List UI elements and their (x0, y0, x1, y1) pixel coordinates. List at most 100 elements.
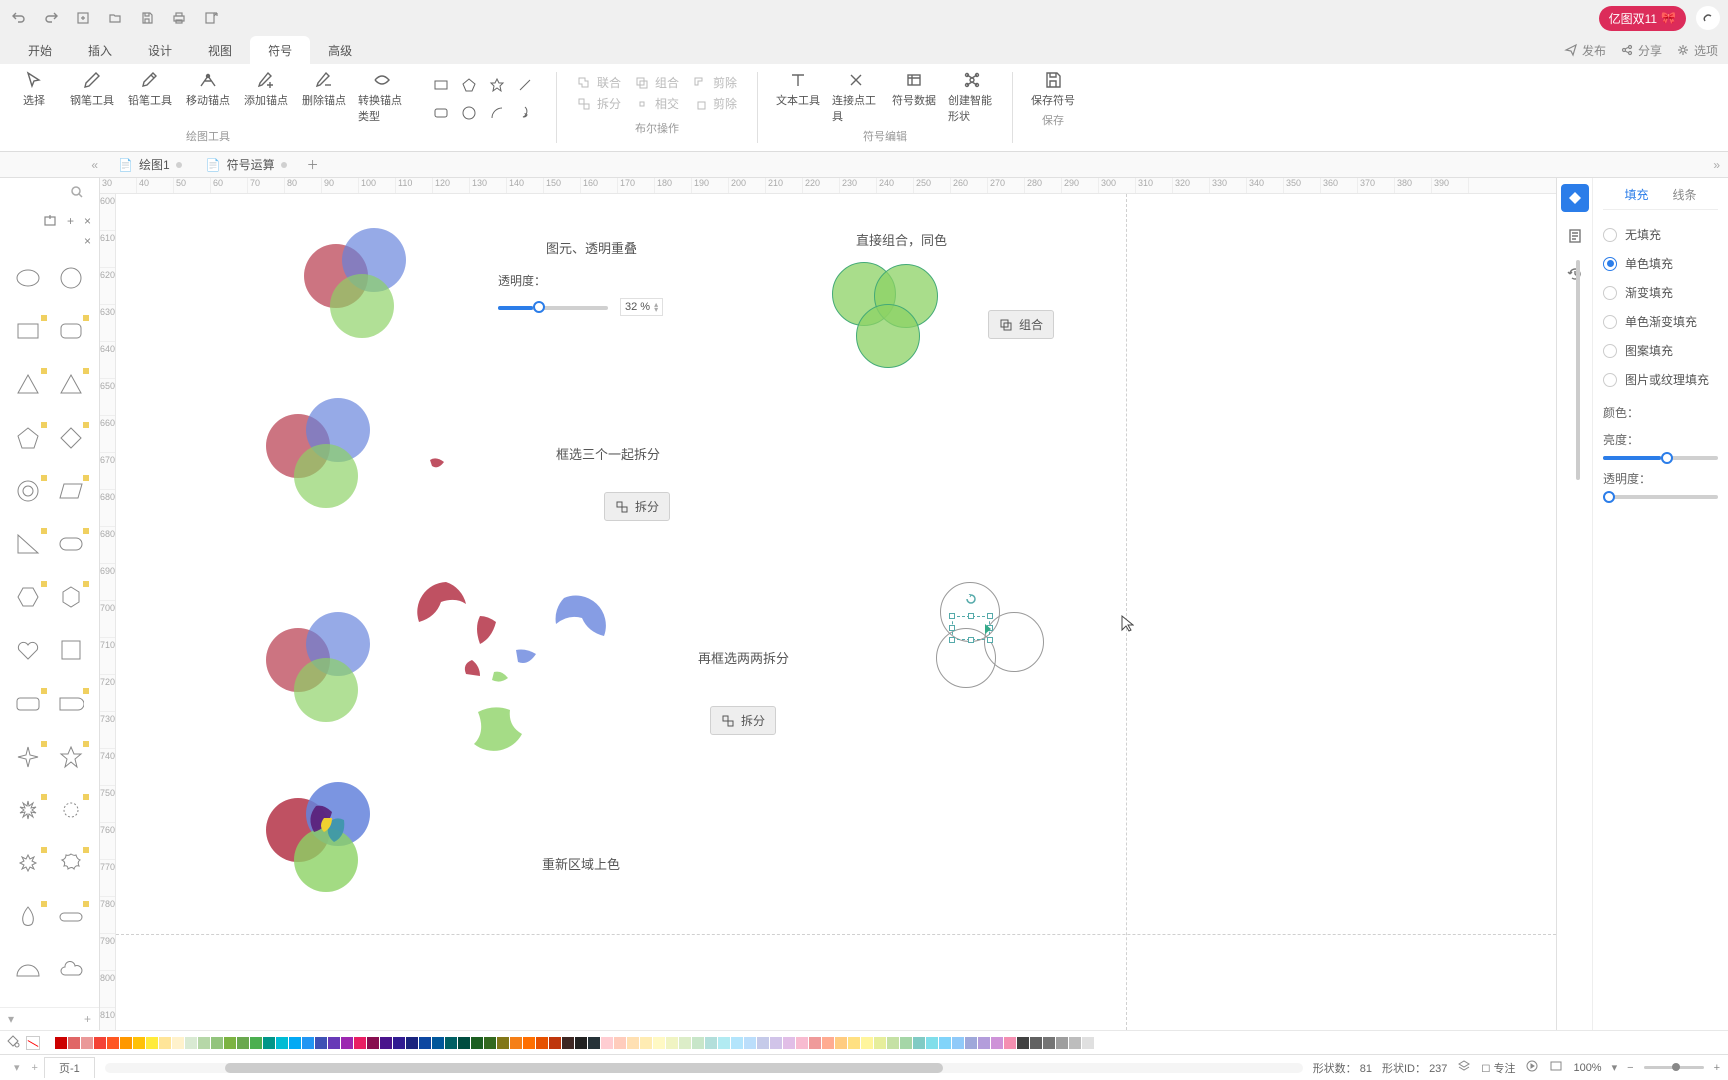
fill-gradient-radio[interactable]: 渐变填充 (1603, 278, 1718, 307)
shape-pentagon[interactable] (458, 74, 480, 96)
shape-arc[interactable] (486, 102, 508, 124)
shape-spiral[interactable] (514, 102, 536, 124)
color-swatch[interactable] (913, 1037, 925, 1049)
panel-close-icon[interactable]: × (84, 234, 91, 256)
color-swatch[interactable] (133, 1037, 145, 1049)
shape-circle[interactable] (458, 102, 480, 124)
search-icon[interactable] (69, 184, 85, 203)
layers-icon[interactable] (1457, 1059, 1471, 1076)
color-swatch[interactable] (536, 1037, 548, 1049)
color-swatch[interactable] (900, 1037, 912, 1049)
color-swatch[interactable] (367, 1037, 379, 1049)
color-swatch[interactable] (848, 1037, 860, 1049)
shape-ellipse[interactable] (10, 262, 47, 294)
shape-triangle2[interactable] (53, 368, 90, 400)
undo-button[interactable] (8, 7, 30, 29)
shape-roundrect2[interactable] (10, 688, 47, 720)
shape-burst[interactable] (10, 794, 47, 826)
color-swatch[interactable] (796, 1037, 808, 1049)
fill-panel-tab[interactable] (1561, 184, 1589, 212)
color-swatch[interactable] (757, 1037, 769, 1049)
shape-pentagon[interactable] (10, 422, 47, 454)
fill-image-radio[interactable]: 图片或纹理填充 (1603, 365, 1718, 394)
color-swatch[interactable] (484, 1037, 496, 1049)
shape-donut[interactable] (10, 475, 47, 507)
selection-handle[interactable] (968, 637, 974, 643)
focus-toggle[interactable]: ☐ 专注 (1481, 1060, 1515, 1076)
color-swatch[interactable] (341, 1037, 353, 1049)
canvas-fragment[interactable] (474, 616, 498, 650)
shape-heart[interactable] (10, 634, 47, 666)
color-swatch[interactable] (276, 1037, 288, 1049)
color-swatch[interactable] (393, 1037, 405, 1049)
color-swatch[interactable] (523, 1037, 535, 1049)
promo-badge[interactable]: 亿图双11🎀 (1599, 6, 1686, 31)
color-swatch[interactable] (640, 1037, 652, 1049)
color-swatch[interactable] (237, 1037, 249, 1049)
shape-rect[interactable] (430, 74, 452, 96)
bool-split[interactable]: 拆分 (577, 95, 621, 112)
split-button-2[interactable]: 拆分 (710, 706, 776, 735)
color-swatch[interactable] (224, 1037, 236, 1049)
split-button[interactable]: 拆分 (604, 492, 670, 521)
bool-trim[interactable]: 剪除 (693, 95, 737, 112)
menu-advanced[interactable]: 高级 (310, 36, 370, 64)
color-swatch[interactable] (185, 1037, 197, 1049)
color-swatch[interactable] (588, 1037, 600, 1049)
options-button[interactable]: 选项 (1676, 42, 1718, 59)
add-tab-button[interactable]: ＋ (299, 156, 327, 173)
shape-burst3[interactable] (10, 847, 47, 879)
color-swatch[interactable] (458, 1037, 470, 1049)
color-swatch[interactable] (471, 1037, 483, 1049)
shape-chip[interactable] (53, 901, 90, 933)
color-swatch[interactable] (1043, 1037, 1055, 1049)
select-tool[interactable]: 选择 (10, 70, 58, 124)
tab-symbol-ops[interactable]: 📄符号运算 (194, 152, 299, 178)
canvas-fragment[interactable] (514, 648, 538, 668)
color-swatch[interactable] (666, 1037, 678, 1049)
color-swatch[interactable] (991, 1037, 1003, 1049)
canvas[interactable]: 图元、透明重叠 透明度： 32 % ▴▾ 直接组合，同色 组合 (116, 194, 1556, 1030)
anchor-handle[interactable] (983, 622, 993, 636)
color-swatch[interactable] (406, 1037, 418, 1049)
color-swatch[interactable] (926, 1037, 938, 1049)
fit-icon[interactable] (1549, 1059, 1563, 1076)
shape-diamond[interactable] (53, 422, 90, 454)
shape-square[interactable] (10, 315, 47, 347)
publish-button[interactable]: 发布 (1564, 42, 1606, 59)
page-dropdown[interactable]: ▾ (8, 1061, 26, 1074)
color-swatch[interactable] (1017, 1037, 1029, 1049)
selection-handle[interactable] (968, 613, 974, 619)
canvas-fragment[interactable] (468, 704, 540, 770)
color-swatch[interactable] (562, 1037, 574, 1049)
canvas-fragment[interactable] (430, 456, 448, 470)
color-swatch[interactable] (1082, 1037, 1094, 1049)
color-swatch[interactable] (419, 1037, 431, 1049)
color-swatch[interactable] (315, 1037, 327, 1049)
shape-right-triangle[interactable] (10, 528, 47, 560)
shape-parallelogram[interactable] (53, 475, 90, 507)
zoom-in[interactable]: + (1714, 1062, 1720, 1074)
history-panel-tab[interactable] (1561, 260, 1589, 288)
opacity-slider[interactable] (1603, 495, 1718, 499)
canvas-circle[interactable] (330, 274, 394, 338)
bool-subtract[interactable]: 剪除 (693, 74, 737, 91)
text-tool[interactable]: 文本工具 (774, 70, 822, 124)
shape-triangle[interactable] (10, 368, 47, 400)
color-swatch[interactable] (809, 1037, 821, 1049)
color-swatch[interactable] (965, 1037, 977, 1049)
page-add-button[interactable]: + (84, 1012, 91, 1026)
opacity-value-input[interactable]: 32 % ▴▾ (620, 298, 663, 316)
selection-handle[interactable] (987, 637, 993, 643)
color-swatch[interactable] (198, 1037, 210, 1049)
print-button[interactable] (168, 7, 190, 29)
shape-cloud[interactable] (53, 954, 90, 986)
rotation-handle[interactable] (966, 594, 976, 604)
shape-line[interactable] (514, 74, 536, 96)
shape-circle[interactable] (53, 262, 90, 294)
redo-button[interactable] (40, 7, 62, 29)
brightness-slider[interactable] (1603, 456, 1718, 460)
canvas-intersection[interactable] (306, 798, 356, 848)
canvas-scrollbar[interactable] (1576, 260, 1580, 480)
bool-union[interactable]: 联合 (577, 74, 621, 91)
